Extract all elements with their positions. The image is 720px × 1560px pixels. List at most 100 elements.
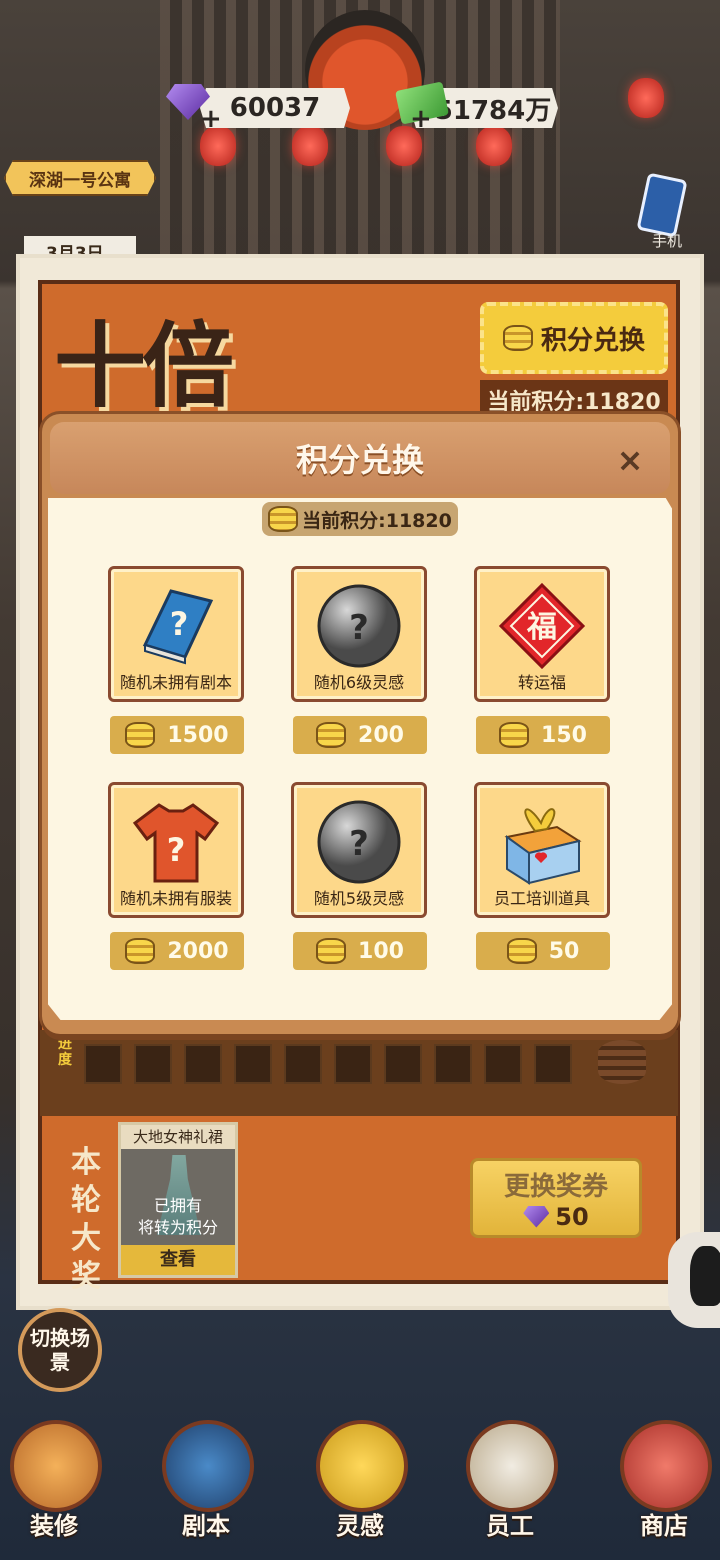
- house-icon: [10, 1420, 102, 1512]
- price-value: 50: [548, 938, 580, 964]
- prize-name: 大地女神礼裙: [121, 1125, 235, 1149]
- add-cash-icon[interactable]: +: [410, 106, 432, 132]
- coin-stack-icon: [506, 938, 537, 964]
- mystery-book-icon: ?: [142, 589, 214, 665]
- nav-label: 灵感: [336, 1512, 384, 1540]
- coin-stack-icon: [125, 722, 156, 748]
- coin-reward-icon: [598, 1040, 646, 1084]
- price-button[interactable]: 50: [476, 932, 610, 970]
- item-label: 转运福: [517, 673, 566, 692]
- mystery-orb-icon: ?: [317, 584, 401, 668]
- svg-text:?: ?: [349, 824, 369, 864]
- coin-stack-icon: [499, 722, 530, 748]
- svg-text:?: ?: [349, 608, 369, 648]
- points-exchange-modal: 积分兑换 × 当前积分:11820 ? 随机未拥有剧本 ? 随机6级灵感 福 转…: [42, 414, 678, 1034]
- coin-stack-icon: [268, 506, 299, 532]
- current-points-text: 当前积分:11820: [487, 390, 661, 415]
- prize-owned-status: 已拥有 将转为积分: [121, 1195, 235, 1239]
- mystery-shirt-icon: ?: [132, 803, 220, 883]
- price-button[interactable]: 200: [293, 716, 427, 754]
- price-button[interactable]: 1500: [110, 716, 244, 754]
- nav-staff[interactable]: 员工: [460, 1420, 560, 1560]
- progress-gift-icon: [484, 1044, 522, 1084]
- progress-gift-icon: [84, 1044, 122, 1084]
- lantern-decoration: [476, 126, 512, 166]
- nav-label: 装修: [30, 1512, 78, 1540]
- price-value: 150: [541, 722, 587, 748]
- swap-ticket-cost: 50: [523, 1202, 589, 1231]
- location-banner[interactable]: 深湖一号公寓: [4, 160, 156, 196]
- swap-ticket-button[interactable]: 更换奖券 50: [470, 1158, 642, 1238]
- progress-gift-icon: [234, 1044, 272, 1084]
- nav-shop[interactable]: 商店: [614, 1420, 714, 1560]
- swap-cost-value: 50: [555, 1202, 589, 1231]
- coin-stack-icon: [125, 938, 156, 964]
- exchange-item-staff-training[interactable]: 员工培训道具: [474, 782, 610, 918]
- progress-gift-icon: [434, 1044, 472, 1084]
- progress-label: 进度: [58, 1036, 72, 1068]
- fu-charm-icon: 福: [498, 582, 586, 670]
- exchange-item-random-script[interactable]: ? 随机未拥有剧本: [108, 566, 244, 702]
- event-title: 十倍: [54, 312, 234, 420]
- svg-text:?: ?: [167, 831, 186, 869]
- exchange-item-random-outfit[interactable]: ? 随机未拥有服装: [108, 782, 244, 918]
- swap-ticket-title: 更换奖券: [503, 1171, 608, 1202]
- lantern-decoration: [292, 126, 328, 166]
- exchange-item-level5-inspiration[interactable]: ? 随机5级灵感: [291, 782, 427, 918]
- exchange-item-level6-inspiration[interactable]: ? 随机6级灵感: [291, 566, 427, 702]
- close-icon[interactable]: ×: [612, 442, 648, 478]
- price-value: 200: [358, 722, 404, 748]
- progress-gift-icon: [134, 1044, 172, 1084]
- qq-penguin-icon: [690, 1246, 720, 1306]
- price-button[interactable]: 2000: [110, 932, 244, 970]
- progress-gift-icon: [384, 1044, 422, 1084]
- add-gems-icon[interactable]: +: [200, 106, 222, 132]
- switch-scene-button[interactable]: 切换场景: [18, 1308, 102, 1392]
- nav-inspiration[interactable]: 灵感: [310, 1420, 410, 1560]
- item-label: 随机未拥有剧本: [119, 673, 232, 692]
- item-label: 随机5级灵感: [313, 889, 405, 908]
- gem-icon: [523, 1205, 550, 1228]
- points-exchange-button[interactable]: 积分兑换: [480, 302, 668, 374]
- modal-title: 积分兑换: [295, 441, 424, 479]
- price-value: 100: [358, 938, 404, 964]
- nav-script[interactable]: 剧本: [156, 1420, 256, 1560]
- svg-text:?: ?: [170, 605, 189, 643]
- coin-stack-icon: [316, 938, 347, 964]
- book-icon: [162, 1420, 254, 1512]
- gift-box-icon: [504, 808, 582, 885]
- price-button[interactable]: 150: [476, 716, 610, 754]
- modal-points-chip: 当前积分:11820: [262, 502, 458, 536]
- exchange-item-fortune-fu[interactable]: 福 转运福: [474, 566, 610, 702]
- coin-stack-icon: [502, 325, 533, 351]
- progress-gift-icon: [334, 1044, 372, 1084]
- modal-points-text: 当前积分:11820: [302, 509, 452, 532]
- price-value: 2000: [167, 938, 229, 964]
- mystery-orb-icon: ?: [317, 800, 401, 884]
- modal-header: 积分兑换 ×: [50, 422, 670, 494]
- grand-prize-card[interactable]: 大地女神礼裙 已拥有 将转为积分 查看: [118, 1122, 238, 1278]
- item-label: 随机未拥有服装: [119, 889, 232, 908]
- view-prize-button[interactable]: 查看: [121, 1245, 235, 1275]
- nav-label: 商店: [640, 1512, 688, 1540]
- coin-stack-icon: [316, 722, 347, 748]
- owned-line-2: 将转为积分: [137, 1218, 218, 1237]
- owned-line-1: 已拥有: [153, 1196, 202, 1215]
- svg-text:福: 福: [526, 610, 557, 645]
- gem-counter[interactable]: 60037: [200, 88, 350, 128]
- lantern-decoration: [628, 78, 664, 118]
- grand-prize-label: 本轮大奖: [71, 1145, 101, 1294]
- price-button[interactable]: 100: [293, 932, 427, 970]
- modal-body: 当前积分:11820 ? 随机未拥有剧本 ? 随机6级灵感 福 转运福 1500…: [48, 498, 672, 1020]
- gem-count: 60037: [229, 93, 321, 123]
- nav-label: 员工: [486, 1512, 534, 1540]
- nav-decorate[interactable]: 装修: [4, 1420, 104, 1560]
- phone-label: 手机: [652, 232, 683, 250]
- bulb-icon: [316, 1420, 408, 1512]
- nav-label: 剧本: [182, 1512, 230, 1540]
- points-exchange-label: 积分兑换: [540, 325, 645, 356]
- location-name: 深湖一号公寓: [29, 170, 131, 191]
- progress-gift-icon: [534, 1044, 572, 1084]
- item-label: 随机6级灵感: [313, 673, 405, 692]
- price-value: 1500: [167, 722, 229, 748]
